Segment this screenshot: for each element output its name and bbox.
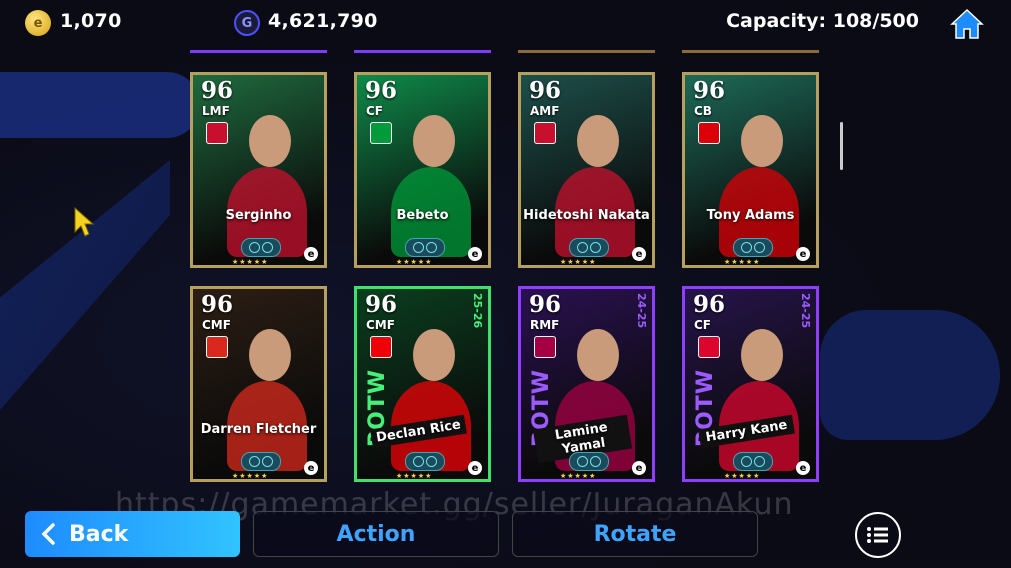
coin-balance: 1,070 xyxy=(60,10,122,32)
club-badge-icon xyxy=(370,336,392,358)
star-rating: ★★★★★ xyxy=(724,472,761,480)
player-card[interactable]: POTW 24-25 96 CF Harry Kane ★★★★★ e xyxy=(682,286,819,482)
player-card[interactable]: 96 CF Bebeto ★★★★★ e xyxy=(354,72,491,268)
cursor-icon xyxy=(74,206,95,237)
list-icon xyxy=(867,527,888,543)
player-head xyxy=(413,115,455,167)
star-rating: ★★★★★ xyxy=(724,258,761,266)
player-name: Darren Fletcher xyxy=(200,422,317,437)
efootball-logo-icon: e xyxy=(468,461,482,475)
efootball-logo-icon: e xyxy=(304,461,318,475)
player-head xyxy=(413,329,455,381)
star-rating: ★★★★★ xyxy=(232,472,269,480)
club-badge-icon xyxy=(206,336,228,358)
home-icon[interactable] xyxy=(949,6,985,42)
player-name: Bebeto xyxy=(396,208,449,223)
player-position: CMF xyxy=(366,318,395,332)
player-position: CB xyxy=(694,104,712,118)
star-rating: ★★★★★ xyxy=(396,258,433,266)
player-name: Hidetoshi Nakata xyxy=(523,208,650,223)
player-head xyxy=(577,329,619,381)
background-stripe xyxy=(0,72,200,138)
previous-row-edge xyxy=(354,50,491,53)
player-card[interactable]: POTW 25-26 96 CMF Declan Rice ★★★★★ e xyxy=(354,286,491,482)
efootball-logo-icon: e xyxy=(632,461,646,475)
player-rating: 96 xyxy=(201,291,234,318)
scrollbar[interactable] xyxy=(840,122,843,170)
player-card[interactable]: 96 CB Tony Adams ★★★★★ e xyxy=(682,72,819,268)
skill-icon xyxy=(241,238,281,257)
background-blob xyxy=(820,310,1000,440)
player-card[interactable]: POTW 24-25 96 RMF Lamine Yamal ★★★★★ e xyxy=(518,286,655,482)
player-rating: 96 xyxy=(693,77,726,104)
chevron-left-icon xyxy=(41,523,55,545)
capacity-label: Capacity: 108/500 xyxy=(726,10,919,32)
season-label: 24-25 xyxy=(799,293,812,329)
player-rating: 96 xyxy=(529,77,562,104)
club-badge-icon xyxy=(698,336,720,358)
skill-icon xyxy=(569,238,609,257)
star-rating: ★★★★★ xyxy=(560,472,597,480)
player-position: AMF xyxy=(530,104,560,118)
player-head xyxy=(249,329,291,381)
star-rating: ★★★★★ xyxy=(232,258,269,266)
player-rating: 96 xyxy=(365,77,398,104)
gp-balance: 4,621,790 xyxy=(268,10,378,32)
player-position: CF xyxy=(694,318,712,332)
club-badge-icon xyxy=(534,122,556,144)
club-badge-icon xyxy=(534,336,556,358)
star-rating: ★★★★★ xyxy=(560,258,597,266)
player-card[interactable]: 96 LMF Serginho ★★★★★ e xyxy=(190,72,327,268)
list-menu-button[interactable] xyxy=(855,512,901,558)
efootball-logo-icon: e xyxy=(796,461,810,475)
efootball-logo-icon: e xyxy=(632,247,646,261)
club-badge-icon xyxy=(370,122,392,144)
efootball-coin-icon: e xyxy=(25,10,51,36)
rotate-label: Rotate xyxy=(593,521,677,547)
player-rating: 96 xyxy=(201,77,234,104)
player-rating: 96 xyxy=(693,291,726,318)
player-position: RMF xyxy=(530,318,560,332)
back-label: Back xyxy=(69,521,129,547)
player-card[interactable]: 96 AMF Hidetoshi Nakata ★★★★★ e xyxy=(518,72,655,268)
season-label: 24-25 xyxy=(635,293,648,329)
efootball-logo-icon: e xyxy=(304,247,318,261)
player-card[interactable]: 96 CMF Darren Fletcher ★★★★★ e xyxy=(190,286,327,482)
player-rating: 96 xyxy=(365,291,398,318)
star-rating: ★★★★★ xyxy=(396,472,433,480)
club-badge-icon xyxy=(206,122,228,144)
skill-icon xyxy=(405,452,445,471)
player-name: Serginho xyxy=(225,208,292,223)
action-label: Action xyxy=(336,521,416,547)
rotate-button[interactable]: Rotate xyxy=(512,511,758,557)
top-bar: e 1,070 G 4,621,790 Capacity: 108/500 xyxy=(0,0,1011,46)
skill-icon xyxy=(733,238,773,257)
player-rating: 96 xyxy=(529,291,562,318)
previous-row-edge xyxy=(518,50,655,53)
player-head xyxy=(741,115,783,167)
efootball-logo-icon: e xyxy=(468,247,482,261)
action-button[interactable]: Action xyxy=(253,511,499,557)
skill-icon xyxy=(569,452,609,471)
previous-row-edge xyxy=(682,50,819,53)
skill-icon xyxy=(241,452,281,471)
player-name: Tony Adams xyxy=(706,208,795,223)
player-position: CF xyxy=(366,104,384,118)
player-position: CMF xyxy=(202,318,231,332)
player-position: LMF xyxy=(202,104,230,118)
player-head xyxy=(741,329,783,381)
previous-row-edge xyxy=(190,50,327,53)
player-head xyxy=(577,115,619,167)
gp-icon: G xyxy=(234,10,260,36)
back-button[interactable]: Back xyxy=(25,511,240,557)
skill-icon xyxy=(733,452,773,471)
player-head xyxy=(249,115,291,167)
skill-icon xyxy=(405,238,445,257)
season-label: 25-26 xyxy=(471,293,484,329)
club-badge-icon xyxy=(698,122,720,144)
efootball-logo-icon: e xyxy=(796,247,810,261)
